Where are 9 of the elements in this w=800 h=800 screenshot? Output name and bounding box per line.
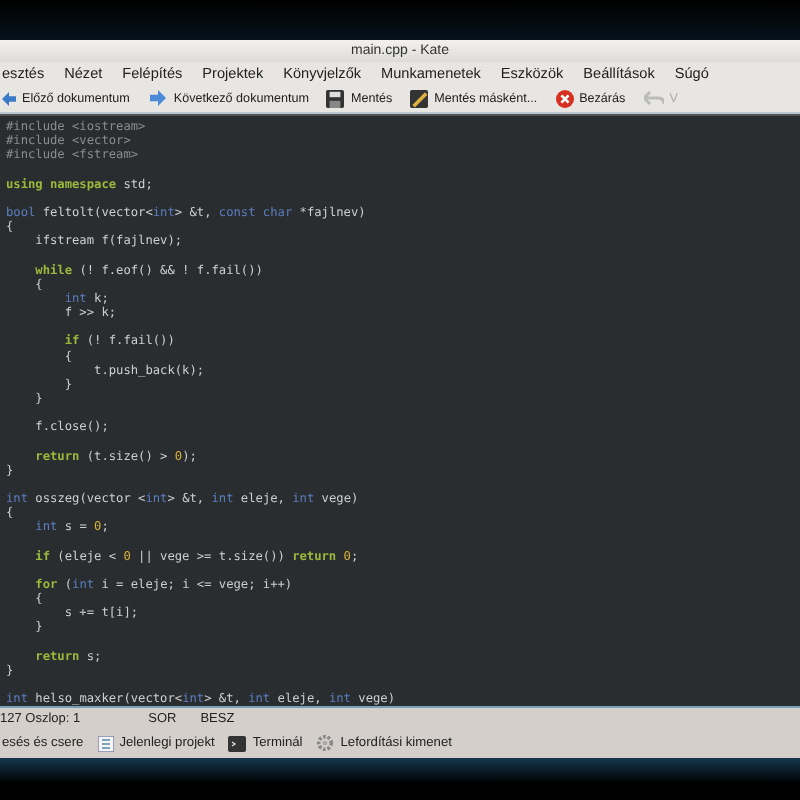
undo-arrow-icon — [643, 90, 664, 106]
list-icon — [97, 735, 114, 751]
gear-icon — [316, 734, 335, 752]
terminal-icon — [228, 735, 247, 751]
floppy-pencil-icon — [410, 89, 429, 107]
code-editor[interactable] — [0, 114, 800, 706]
left-arrow-icon — [2, 91, 16, 105]
right-arrow-icon — [147, 90, 168, 106]
close-icon — [555, 89, 574, 107]
